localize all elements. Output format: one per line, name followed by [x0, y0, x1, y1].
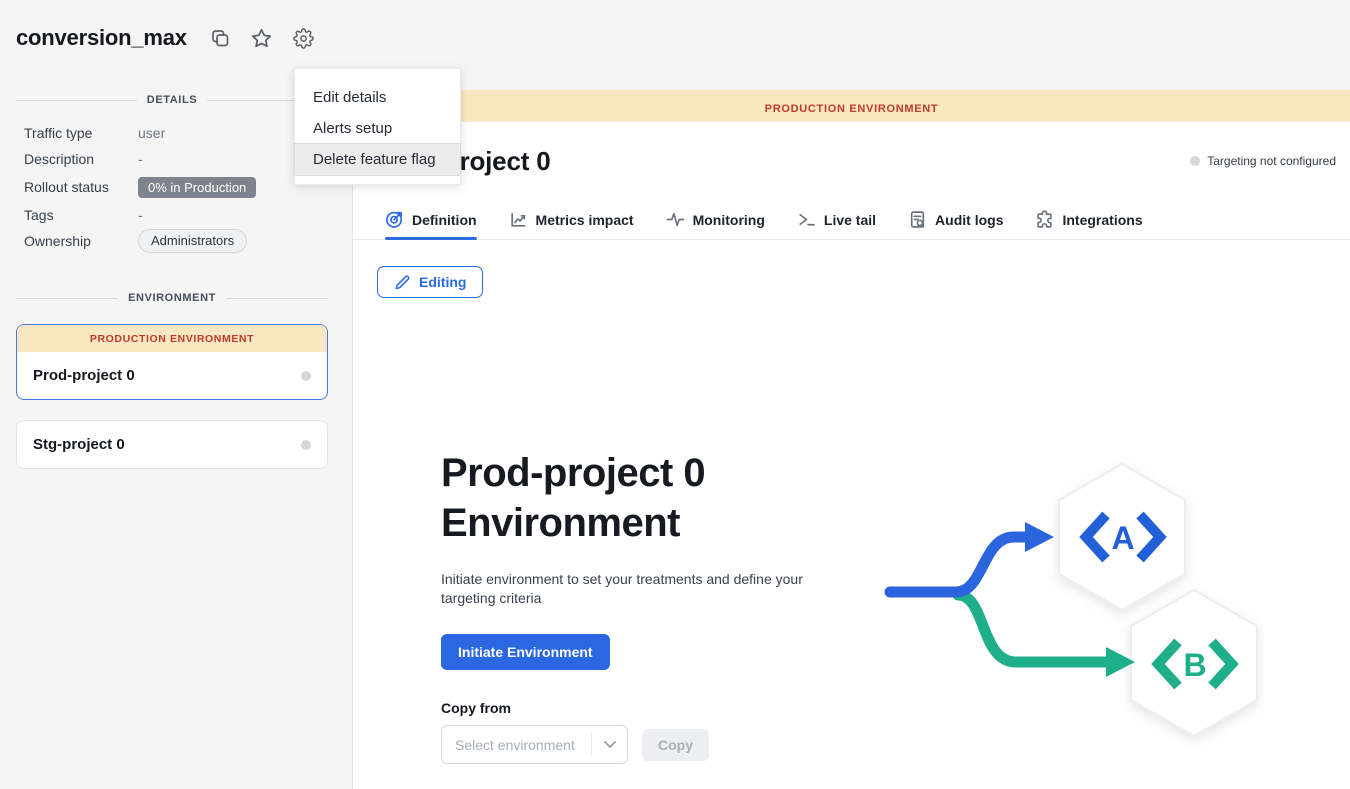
targeting-status-label: Targeting not configured: [1207, 154, 1336, 168]
menu-item-alerts-setup[interactable]: Alerts setup: [295, 113, 460, 144]
rollout-status-badge: 0% in Production: [138, 177, 256, 198]
production-environment-banner: PRODUCTION ENVIRONMENT: [353, 90, 1350, 122]
tab-monitoring[interactable]: Monitoring: [666, 200, 765, 239]
target-icon: [385, 210, 404, 229]
detail-row-description: Description -: [24, 146, 328, 172]
environment-status-dot: [301, 371, 311, 381]
copy-icon: [210, 28, 230, 48]
pulse-icon: [666, 210, 685, 229]
tab-integrations[interactable]: Integrations: [1035, 200, 1142, 239]
hero-heading: Prod-project 0 Environment: [441, 448, 806, 548]
settings-menu: Edit details Alerts setup Delete feature…: [294, 68, 461, 185]
pencil-icon: [394, 274, 410, 290]
environment-name: Stg-project 0: [33, 436, 125, 453]
green-arrow: [958, 595, 1135, 677]
tab-bar: Definition Metrics impact Monitoring Liv…: [353, 200, 1350, 240]
tab-definition[interactable]: Definition: [385, 200, 477, 239]
sidebar: DETAILS Traffic type user Description - …: [0, 90, 353, 789]
production-environment-label: PRODUCTION ENVIRONMENT: [17, 325, 327, 352]
copy-button[interactable]: Copy: [642, 729, 709, 761]
editing-button[interactable]: Editing: [377, 266, 483, 298]
targeting-status: Targeting not configured: [1190, 154, 1336, 168]
blue-arrow: [890, 522, 1054, 592]
details-heading: DETAILS: [147, 94, 197, 106]
variant-b-letter: B: [1183, 647, 1206, 683]
initiate-environment-button[interactable]: Initiate Environment: [441, 634, 610, 670]
detail-row-rollout-status: Rollout status 0% in Production: [24, 172, 328, 202]
details-section-header: DETAILS: [16, 94, 328, 106]
puzzle-icon: [1035, 210, 1054, 229]
copy-from-label: Copy from: [441, 700, 806, 716]
environment-name: Prod-project 0: [33, 367, 135, 384]
environment-select[interactable]: Select environment: [441, 725, 628, 764]
gear-icon: [293, 28, 314, 49]
tab-content: Editing Prod-project 0 Environment Initi…: [353, 240, 1350, 764]
copy-name-button[interactable]: [209, 27, 231, 49]
detail-row-tags: Tags -: [24, 202, 328, 228]
environment-status-dot: [301, 440, 311, 450]
chevron-down-icon[interactable]: [591, 733, 627, 756]
ab-split-illustration: A B: [884, 454, 1264, 764]
tab-audit-logs[interactable]: Audit logs: [908, 200, 1003, 239]
menu-item-delete-feature-flag[interactable]: Delete feature flag: [295, 144, 460, 175]
flag-actions: [209, 27, 315, 49]
environment-heading: ENVIRONMENT: [128, 292, 216, 304]
line-chart-icon: [509, 210, 528, 229]
menu-item-edit-details[interactable]: Edit details: [295, 82, 460, 113]
top-header: conversion_max: [0, 0, 1350, 90]
select-placeholder: Select environment: [442, 737, 591, 753]
environment-card-stg[interactable]: Stg-project 0: [16, 420, 328, 469]
document-search-icon: [908, 210, 927, 229]
environment-hero: Prod-project 0 Environment Initiate envi…: [377, 448, 1350, 764]
favorite-button[interactable]: [251, 27, 273, 49]
settings-button[interactable]: [293, 27, 315, 49]
tab-live-tail[interactable]: Live tail: [797, 200, 876, 239]
tab-metrics-impact[interactable]: Metrics impact: [509, 200, 634, 239]
terminal-icon: [797, 210, 816, 229]
details-list: Traffic type user Description - Rollout …: [16, 120, 328, 254]
feature-flag-title: conversion_max: [16, 25, 187, 51]
hero-description: Initiate environment to set your treatme…: [441, 570, 806, 608]
star-icon: [251, 28, 272, 49]
detail-row-traffic-type: Traffic type user: [24, 120, 328, 146]
detail-row-ownership: Ownership Administrators: [24, 228, 328, 254]
page-header: Prod-project 0 Targeting not configured: [353, 122, 1350, 200]
main-panel: PRODUCTION ENVIRONMENT Prod-project 0 Ta…: [353, 90, 1350, 789]
environment-section-header: ENVIRONMENT: [16, 292, 328, 304]
environment-card-prod[interactable]: PRODUCTION ENVIRONMENT Prod-project 0: [16, 324, 328, 400]
targeting-status-dot: [1190, 156, 1200, 166]
variant-a-letter: A: [1111, 520, 1134, 556]
ownership-pill: Administrators: [138, 229, 247, 254]
